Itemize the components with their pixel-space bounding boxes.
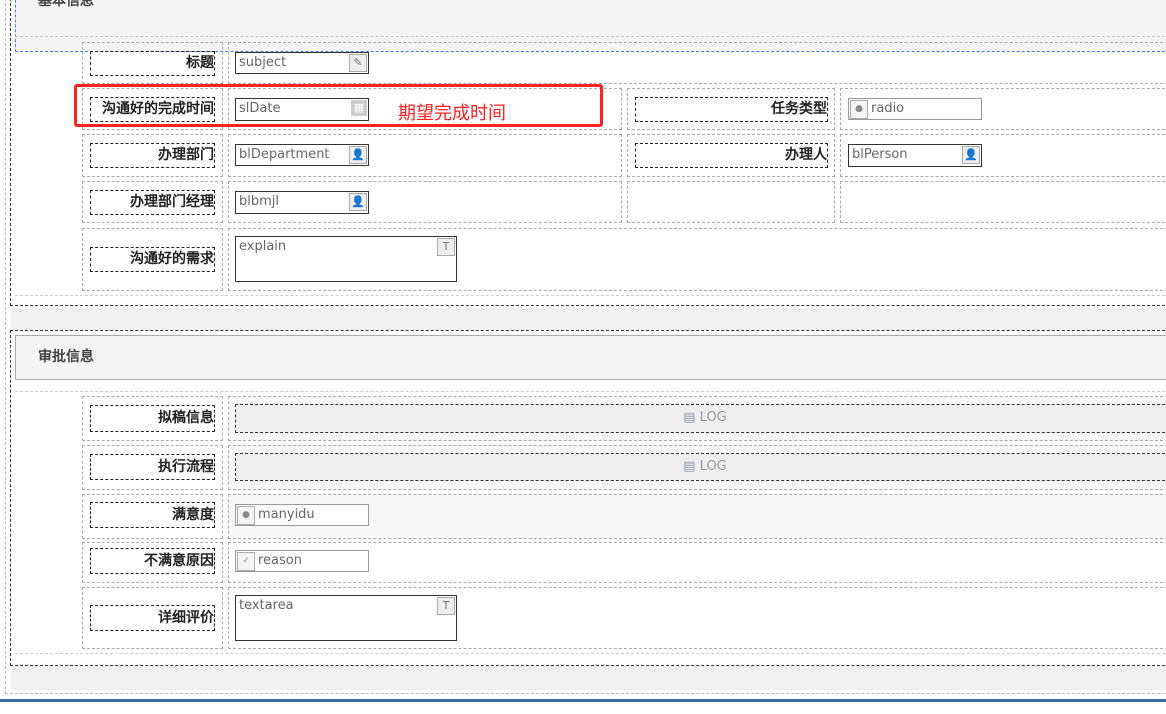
section-title: 审批信息: [38, 349, 94, 365]
section-header-approval: 审批信息: [15, 335, 1166, 380]
user-icon[interactable]: 👤: [962, 146, 980, 164]
radio-icon: ●: [850, 100, 868, 119]
draft-label: 拟稿信息: [90, 405, 215, 432]
manager-input[interactable]: blbmjl 👤: [235, 191, 369, 214]
subject-input[interactable]: subject ✎: [235, 52, 369, 74]
reason-label: 不满意原因: [90, 548, 215, 574]
person-input[interactable]: blPerson 👤: [848, 144, 982, 167]
department-input[interactable]: blDepartment 👤: [235, 144, 369, 166]
flow-log-button[interactable]: ▤ LOG: [235, 453, 1166, 481]
log-icon: ▤: [683, 410, 696, 425]
text-icon: T: [437, 238, 455, 256]
log-label: LOG: [699, 410, 727, 425]
department-label: 办理部门: [90, 143, 215, 168]
user-icon[interactable]: 👤: [349, 193, 367, 211]
draft-log-button[interactable]: ▤ LOG: [235, 404, 1166, 433]
satisfaction-label: 满意度: [90, 502, 215, 528]
log-icon: ▤: [683, 459, 696, 474]
detail-value: textarea: [239, 598, 294, 613]
user-icon[interactable]: 👤: [349, 146, 367, 164]
detail-textarea[interactable]: textarea T: [235, 595, 457, 641]
satisfaction-value: manyidu: [258, 507, 315, 522]
section-spacer: [11, 308, 1166, 330]
radio-icon: ●: [237, 506, 255, 525]
section-spacer: [11, 666, 1166, 690]
task-type-label: 任务类型: [635, 97, 828, 122]
task-type-radio[interactable]: ● radio: [848, 98, 982, 120]
subject-value: subject: [239, 55, 287, 70]
annotation-text: 期望完成时间: [398, 103, 506, 124]
reason-checkbox[interactable]: ✓ reason: [235, 550, 369, 572]
person-label: 办理人: [635, 143, 828, 168]
text-icon: T: [437, 597, 455, 615]
person-value: blPerson: [852, 147, 908, 162]
detail-label: 详细评价: [90, 605, 215, 631]
explain-textarea[interactable]: explain T: [235, 236, 457, 282]
explain-label: 沟通好的需求: [90, 247, 215, 272]
log-label: LOG: [699, 459, 727, 474]
reason-value: reason: [258, 553, 302, 568]
manager-value: blbmjl: [239, 194, 280, 209]
checkbox-icon: ✓: [237, 552, 255, 571]
subject-label: 标题: [90, 51, 215, 76]
department-value: blDepartment: [239, 147, 330, 162]
satisfaction-radio[interactable]: ● manyidu: [235, 504, 369, 526]
edit-icon: ✎: [349, 54, 367, 72]
bottom-bar: [0, 699, 1166, 702]
flow-label: 执行流程: [90, 454, 215, 480]
annotation-box: [74, 84, 603, 127]
section-title: 基本信息: [38, 0, 94, 9]
empty-cell: [840, 181, 1166, 223]
empty-cell: [627, 181, 835, 223]
manager-label: 办理部门经理: [90, 190, 215, 215]
task-type-value: radio: [871, 101, 905, 116]
explain-value: explain: [239, 239, 287, 254]
